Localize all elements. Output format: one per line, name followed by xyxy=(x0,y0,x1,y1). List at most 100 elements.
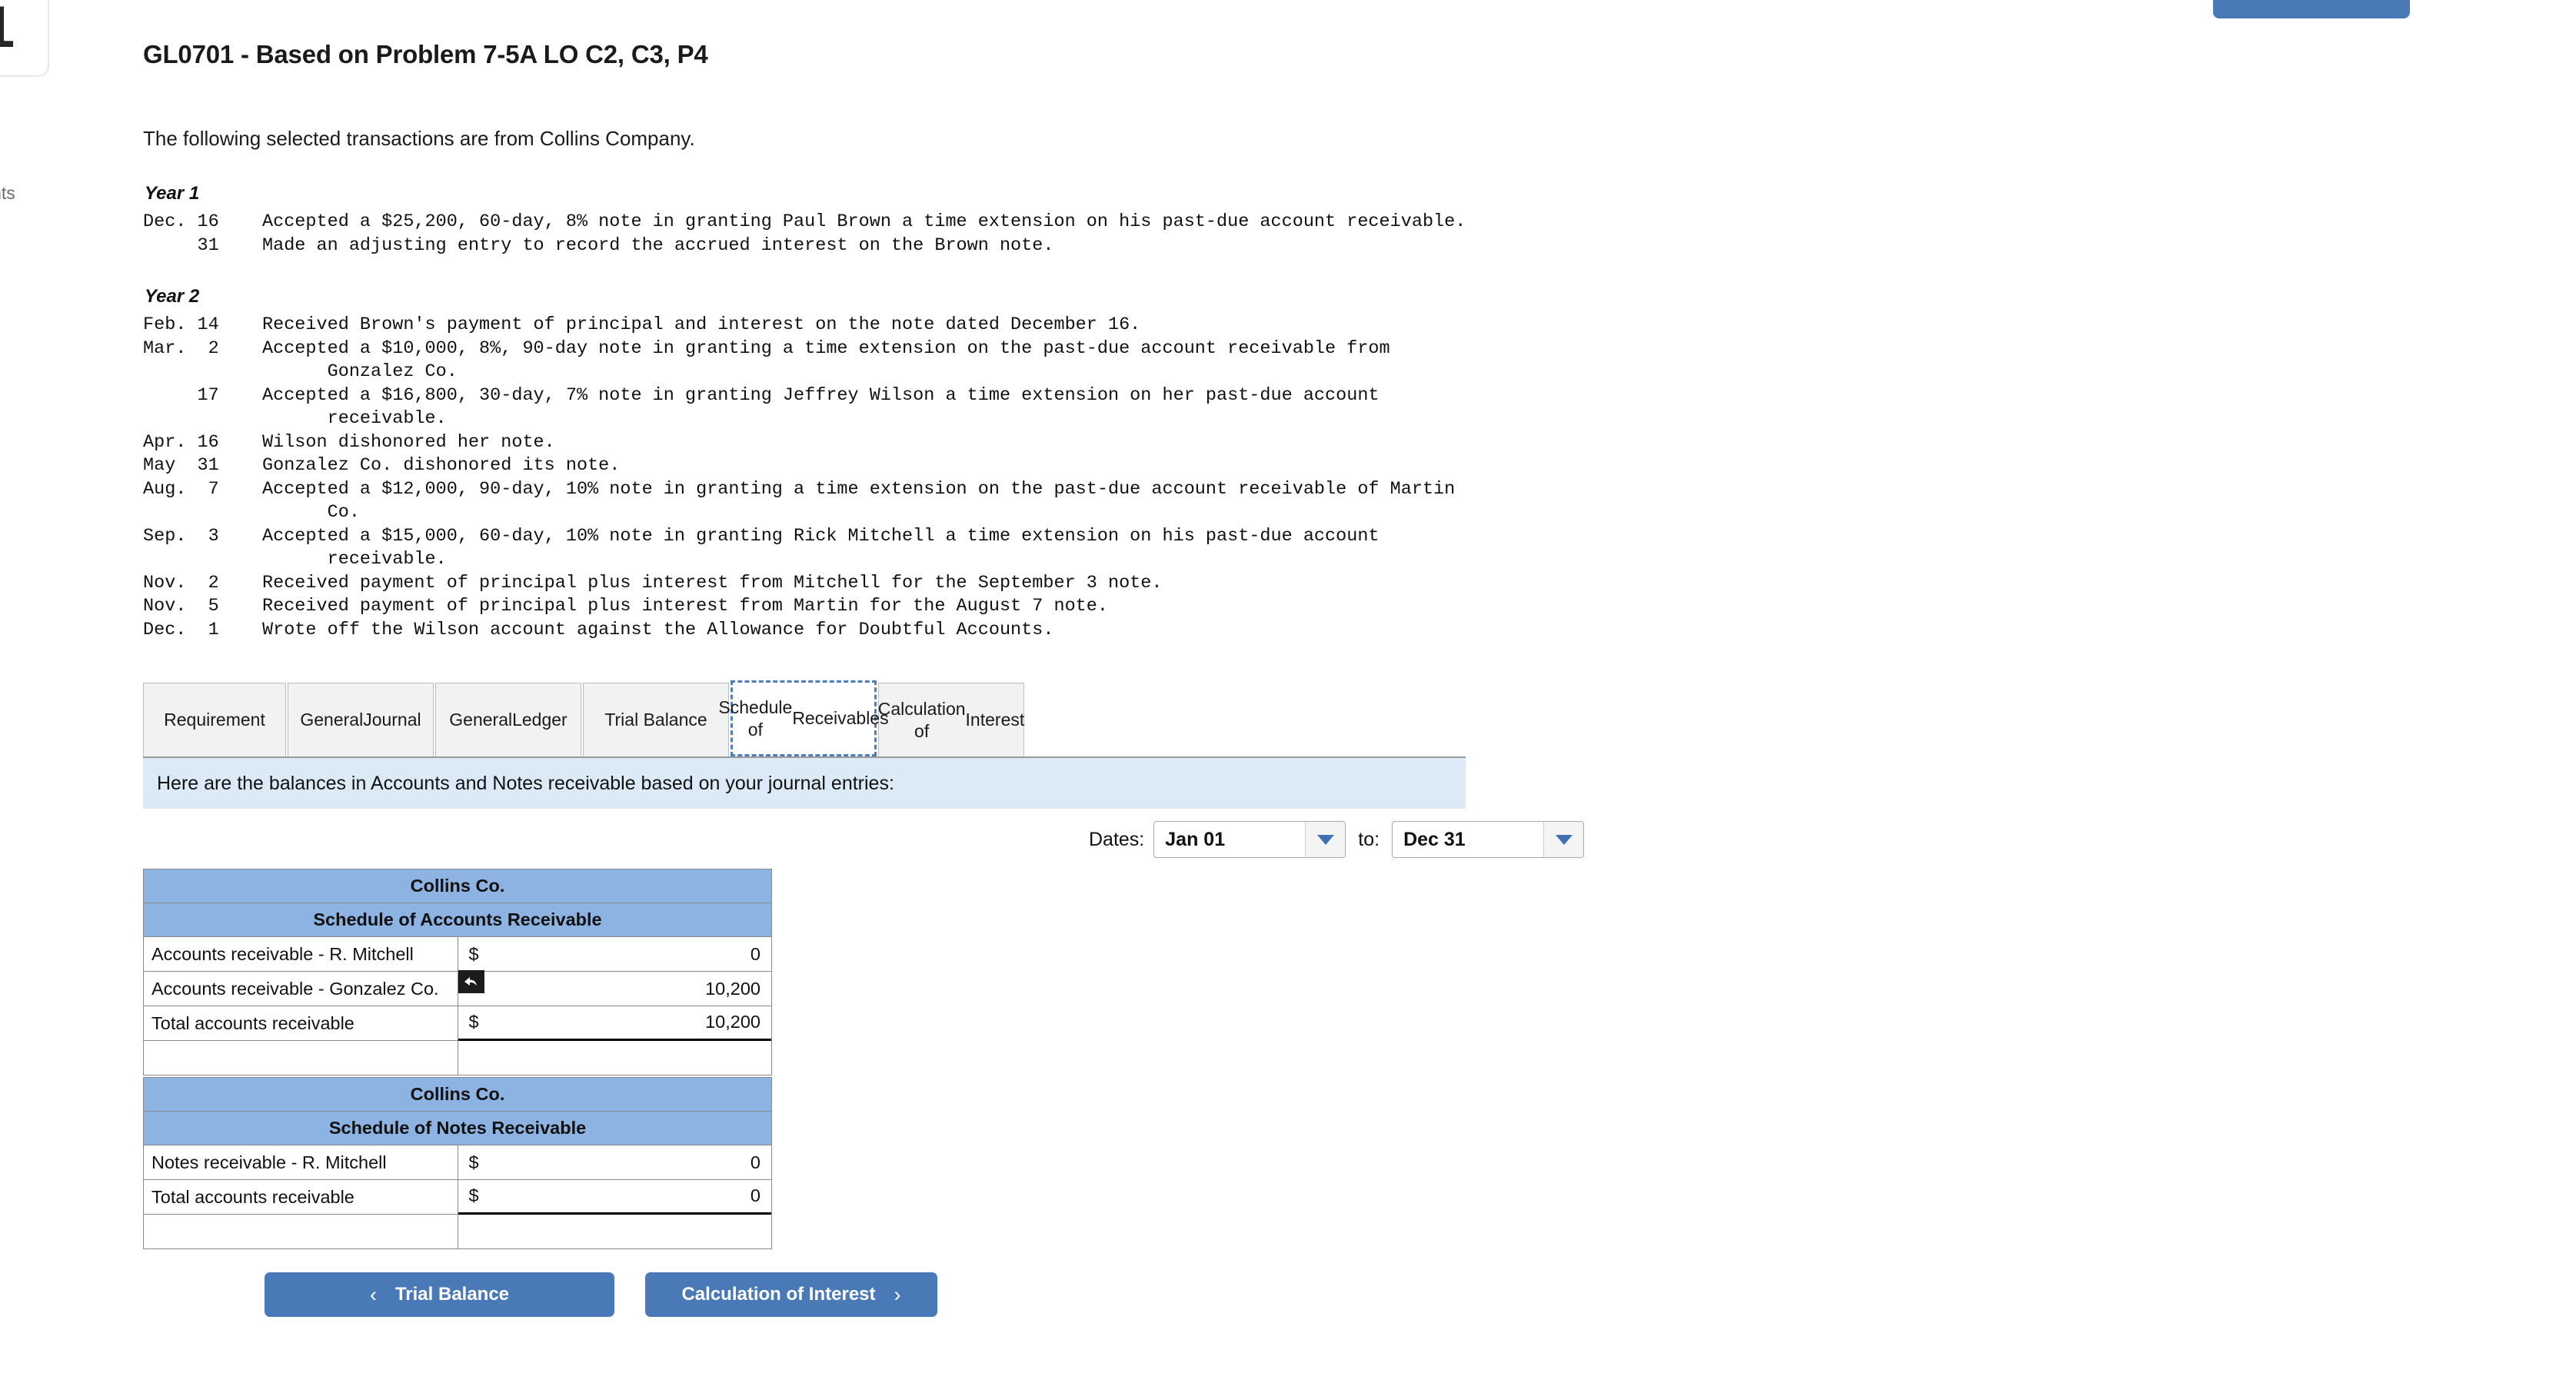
transaction-description: Made an adjusting entry to record the ac… xyxy=(262,234,1054,256)
transaction-row: Feb. 14 Received Brown's payment of princ… xyxy=(143,314,1455,337)
table-row: Accounts receivable - R. Mitchell $0 xyxy=(143,936,772,972)
prev-trial-balance-button[interactable]: ‹ Trial Balance xyxy=(265,1272,614,1317)
blank-label-cell xyxy=(143,1214,458,1249)
year2-heading: Year 2 xyxy=(145,286,200,307)
transaction-row: Nov. 5 Received payment of principal plus… xyxy=(143,595,1455,619)
row-label: Total accounts receivable xyxy=(143,1006,458,1041)
tab-label: Schedule of xyxy=(718,696,793,740)
page-title: GL0701 - Based on Problem 7-5A LO C2, C3… xyxy=(143,40,708,68)
tab-general-ledger[interactable]: General Ledger xyxy=(435,683,581,756)
table-header-row: Schedule of Notes Receivable xyxy=(143,1111,772,1145)
table-row: Notes receivable - R. Mitchell $0 xyxy=(143,1145,772,1180)
mouse-cursor-icon xyxy=(458,970,484,993)
transaction-date: Nov. 2 xyxy=(143,572,219,593)
notes-table-title: Schedule of Notes Receivable xyxy=(143,1111,772,1145)
tab-label: Journal xyxy=(363,710,421,730)
tab-general-journal[interactable]: General Journal xyxy=(288,683,434,756)
transaction-description: Accepted a $15,000, 60-day, 10% note in … xyxy=(262,525,1380,570)
row-amount-cell[interactable]: $0 xyxy=(457,1179,772,1215)
transaction-date: Nov. 5 xyxy=(143,596,219,617)
transaction-description: Wilson dishonored her note. xyxy=(262,431,555,453)
row-amount-value: 10,200 xyxy=(705,978,760,999)
date-from-select[interactable]: Jan 01 xyxy=(1153,821,1346,858)
blank-label-cell xyxy=(143,1040,458,1075)
table-header-row: Schedule of Accounts Receivable xyxy=(143,903,772,937)
transaction-row: Aug. 7 Accepted a $12,000, 90-day, 10% no… xyxy=(143,478,1455,525)
transaction-row: Apr. 16 Wilson dishonored her note. xyxy=(143,431,1455,455)
transaction-date: 31 xyxy=(143,234,219,256)
schedule-of-notes-receivable-table: Collins Co. Schedule of Notes Receivable… xyxy=(143,1077,772,1249)
points-label: ints xyxy=(0,183,15,203)
tab-strip: Requirement General Journal General Ledger Tr… xyxy=(143,680,1466,758)
transaction-description: Received payment of principal plus inter… xyxy=(262,596,1108,617)
table-row xyxy=(143,1214,772,1249)
transaction-description: Wrote off the Wilson account against the… xyxy=(262,619,1054,640)
date-to-value: Dec 31 xyxy=(1403,828,1466,850)
transaction-row: Mar. 2 Accepted a $10,000, 8%, 90-day not… xyxy=(143,337,1455,384)
transaction-date: 17 xyxy=(143,384,219,406)
row-amount-cell[interactable]: $0 xyxy=(457,936,772,972)
transaction-date: Feb. 14 xyxy=(143,314,219,335)
date-from-value: Jan 01 xyxy=(1165,828,1226,850)
year2-transactions: Year 2 Feb. 14 Received Brown's payment o… xyxy=(143,286,1455,642)
table-header-row: Collins Co. xyxy=(143,1077,772,1112)
transaction-row: Dec. 16 Accepted a $25,200, 60-day, 8% no… xyxy=(143,211,1466,234)
row-amount-value: 10,200 xyxy=(705,1012,760,1032)
notes-company-name: Collins Co. xyxy=(143,1077,772,1112)
date-to-select[interactable]: Dec 31 xyxy=(1392,821,1585,858)
tab-label: Receivables xyxy=(792,708,889,728)
row-label: Accounts receivable - R. Mitchell xyxy=(143,936,458,972)
transaction-description: Received Brown's payment of principal an… xyxy=(262,314,1141,335)
currency-symbol: $ xyxy=(468,943,479,964)
tab-label: Requirement xyxy=(164,710,265,730)
row-label: Total accounts receivable xyxy=(143,1179,458,1215)
transaction-description: Accepted a $10,000, 8%, 90-day note in g… xyxy=(262,337,1390,383)
date-range-controls: Dates: Jan 01 to: Dec 31 xyxy=(1089,821,1585,858)
tab-label: Calculation of xyxy=(877,698,966,741)
row-amount-value: 0 xyxy=(750,1152,760,1172)
schedule-of-accounts-receivable-table: Collins Co. Schedule of Accounts Receiva… xyxy=(143,869,772,1075)
table-row: Total accounts receivable $10,200 xyxy=(143,1006,772,1041)
tab-label: General xyxy=(449,710,513,730)
next-button-label: Calculation of Interest xyxy=(681,1284,876,1305)
tab-label: Trial Balance xyxy=(604,710,707,730)
transaction-description: Accepted a $16,800, 30-day, 7% note in g… xyxy=(262,384,1380,430)
accounts-company-name: Collins Co. xyxy=(143,869,772,903)
row-label: Accounts receivable - Gonzalez Co. xyxy=(143,971,458,1006)
currency-symbol: $ xyxy=(468,1185,479,1205)
tab-trial-balance[interactable]: Trial Balance xyxy=(583,683,729,756)
transaction-row: Nov. 2 Received payment of principal plus… xyxy=(143,572,1455,596)
transaction-date: Aug. 7 xyxy=(143,478,219,500)
transaction-description: Accepted a $25,200, 60-day, 8% note in g… xyxy=(262,211,1466,232)
info-banner-text: Here are the balances in Accounts and No… xyxy=(157,772,894,794)
transaction-row: Sep. 3 Accepted a $15,000, 60-day, 10% no… xyxy=(143,525,1455,572)
tab-requirement[interactable]: Requirement xyxy=(143,683,286,756)
tab-label: General xyxy=(300,710,364,730)
table-header-row: Collins Co. xyxy=(143,869,772,903)
currency-symbol: $ xyxy=(468,1012,479,1032)
page-root: 1 ints GL0701 - Based on Problem 7-5A LO… xyxy=(0,0,2576,1383)
tab-calculation-of-interest[interactable]: Calculation of Interest xyxy=(878,683,1024,756)
chevron-down-icon[interactable] xyxy=(1305,822,1346,857)
prev-button-label: Trial Balance xyxy=(394,1284,510,1305)
question-number-card: 1 xyxy=(0,0,49,77)
top-right-action-button[interactable] xyxy=(2213,0,2410,18)
chevron-right-icon: › xyxy=(894,1282,901,1306)
transaction-date: Dec. 16 xyxy=(143,211,219,232)
bottom-navigation: ‹ Trial Balance Calculation of Interest … xyxy=(143,1272,989,1317)
transaction-date: Sep. 3 xyxy=(143,525,219,547)
row-amount-value: 0 xyxy=(750,1185,760,1205)
accounts-table-title: Schedule of Accounts Receivable xyxy=(143,903,772,937)
year1-heading: Year 1 xyxy=(145,183,200,204)
tab-schedule-of-receivables[interactable]: Schedule of Receivables xyxy=(718,680,889,756)
row-label: Notes receivable - R. Mitchell xyxy=(143,1145,458,1180)
transaction-date: May 31 xyxy=(143,455,219,476)
next-calculation-of-interest-button[interactable]: Calculation of Interest › xyxy=(645,1272,937,1317)
row-amount-cell[interactable]: $10,200 xyxy=(457,1006,772,1041)
row-amount-cell[interactable]: 10,200 xyxy=(457,970,772,1006)
row-amount-cell[interactable]: $0 xyxy=(457,1145,772,1180)
chevron-down-icon[interactable] xyxy=(1543,822,1584,857)
question-number: 1 xyxy=(0,0,15,57)
blank-amount-cell xyxy=(457,1214,772,1249)
transaction-row: Dec. 1 Wrote off the Wilson account again… xyxy=(143,619,1455,643)
